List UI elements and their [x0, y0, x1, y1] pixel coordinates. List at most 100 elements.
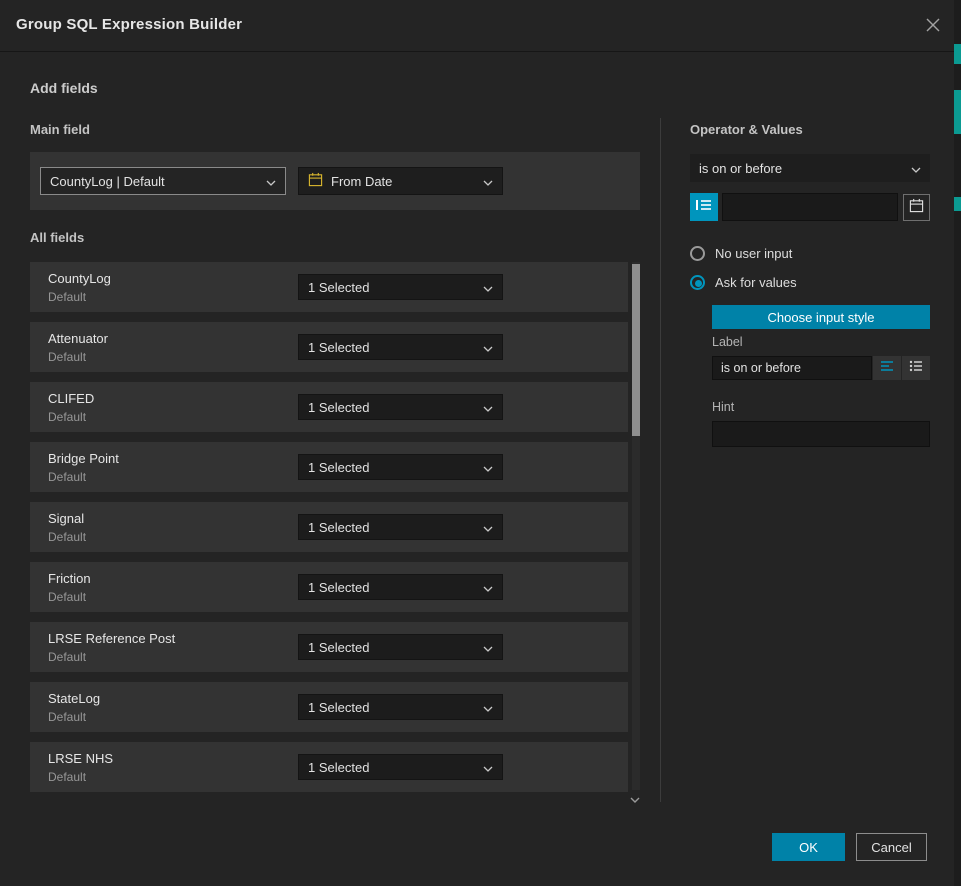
align-left-icon [880, 359, 894, 377]
operator-value: is on or before [699, 161, 782, 176]
chevron-down-icon [483, 760, 493, 775]
all-fields-heading: All fields [30, 230, 84, 245]
field-subtitle: Default [48, 410, 86, 424]
field-row-lrse-reference-post: LRSE Reference Post Default 1 Selected [30, 622, 628, 672]
field-selection-dropdown[interactable]: 1 Selected [298, 754, 503, 780]
field-subtitle: Default [48, 710, 86, 724]
field-selection-dropdown[interactable]: 1 Selected [298, 394, 503, 420]
field-name: CLIFED [48, 391, 94, 406]
close-button[interactable] [921, 15, 945, 39]
field-row-clifed: CLIFED Default 1 Selected [30, 382, 628, 432]
chevron-down-icon [483, 340, 493, 355]
scroll-down-icon[interactable] [629, 791, 641, 809]
field-row-friction: Friction Default 1 Selected [30, 562, 628, 612]
radio-no-user-input[interactable]: No user input [690, 246, 792, 261]
selection-value: 1 Selected [308, 340, 369, 355]
choose-input-style-button[interactable]: Choose input style [712, 305, 930, 329]
field-name: Friction [48, 571, 91, 586]
field-selection-dropdown[interactable]: 1 Selected [298, 274, 503, 300]
close-icon [925, 17, 941, 38]
scrollbar-marker [954, 90, 961, 134]
chevron-down-icon [483, 640, 493, 655]
chevron-down-icon [483, 700, 493, 715]
field-name: CountyLog [48, 271, 111, 286]
add-fields-heading: Add fields [30, 80, 98, 96]
field-name: StateLog [48, 691, 100, 706]
list-scrollbar-thumb[interactable] [632, 264, 640, 436]
field-selection-dropdown[interactable]: 1 Selected [298, 694, 503, 720]
field-subtitle: Default [48, 590, 86, 604]
field-subtitle: Default [48, 650, 86, 664]
single-line-input-style-button[interactable] [873, 356, 901, 380]
list-input-style-button[interactable] [902, 356, 930, 380]
list-lines-icon [696, 198, 712, 217]
label-input[interactable] [712, 356, 872, 380]
chevron-down-icon [483, 400, 493, 415]
hint-input[interactable] [712, 421, 930, 447]
chevron-down-icon [483, 280, 493, 295]
main-field-heading: Main field [30, 122, 90, 137]
chevron-down-icon [483, 174, 493, 189]
selection-value: 1 Selected [308, 280, 369, 295]
date-picker-button[interactable] [903, 194, 930, 221]
field-row-signal: Signal Default 1 Selected [30, 502, 628, 552]
operator-dropdown[interactable]: is on or before [690, 154, 930, 182]
radio-ask-for-values[interactable]: Ask for values [690, 275, 797, 290]
field-row-lrse-nhs: LRSE NHS Default 1 Selected [30, 742, 628, 792]
scrollbar-marker [954, 44, 961, 64]
radio-off-icon [690, 246, 705, 261]
calendar-icon [909, 198, 924, 218]
field-selection-dropdown[interactable]: 1 Selected [298, 574, 503, 600]
selection-value: 1 Selected [308, 400, 369, 415]
value-type-toggle-button[interactable] [690, 193, 718, 221]
window-scrollbar[interactable] [954, 0, 961, 886]
field-subtitle: Default [48, 350, 86, 364]
field-subtitle: Default [48, 530, 86, 544]
field-name: Signal [48, 511, 84, 526]
field-name: Attenuator [48, 331, 108, 346]
scrollbar-marker [954, 197, 961, 211]
field-row-bridge-point: Bridge Point Default 1 Selected [30, 442, 628, 492]
field-selection-dropdown[interactable]: 1 Selected [298, 514, 503, 540]
calendar-icon [308, 172, 323, 190]
field-name: LRSE Reference Post [48, 631, 175, 646]
chevron-down-icon [266, 174, 276, 189]
layer-select-dropdown[interactable]: CountyLog | Default [40, 167, 286, 195]
main-field-panel: CountyLog | Default From Date [30, 152, 640, 210]
selection-value: 1 Selected [308, 760, 369, 775]
operator-values-heading: Operator & Values [690, 122, 803, 137]
panel-divider [660, 118, 661, 802]
field-subtitle: Default [48, 470, 86, 484]
field-name: LRSE NHS [48, 751, 113, 766]
field-selection-dropdown[interactable]: 1 Selected [298, 634, 503, 660]
cancel-button[interactable]: Cancel [856, 833, 927, 861]
chevron-down-icon [911, 161, 921, 176]
value-input[interactable] [722, 193, 898, 221]
ok-button[interactable]: OK [772, 833, 845, 861]
date-field-dropdown[interactable]: From Date [298, 167, 503, 195]
selection-value: 1 Selected [308, 460, 369, 475]
selection-value: 1 Selected [308, 640, 369, 655]
field-row-statelog: StateLog Default 1 Selected [30, 682, 628, 732]
label-caption: Label [712, 335, 743, 349]
title-bar: Group SQL Expression Builder [0, 0, 961, 52]
radio-label: No user input [715, 246, 792, 261]
field-subtitle: Default [48, 290, 86, 304]
all-fields-list: CountyLog Default 1 Selected Attenuator … [30, 262, 628, 792]
chevron-down-icon [483, 460, 493, 475]
list-scrollbar[interactable] [632, 262, 640, 790]
radio-label: Ask for values [715, 275, 797, 290]
field-selection-dropdown[interactable]: 1 Selected [298, 454, 503, 480]
field-row-countylog: CountyLog Default 1 Selected [30, 262, 628, 312]
radio-on-icon [690, 275, 705, 290]
field-row-attenuator: Attenuator Default 1 Selected [30, 322, 628, 372]
selection-value: 1 Selected [308, 580, 369, 595]
layer-select-value: CountyLog | Default [50, 174, 165, 189]
chevron-down-icon [483, 580, 493, 595]
field-selection-dropdown[interactable]: 1 Selected [298, 334, 503, 360]
dialog-title: Group SQL Expression Builder [16, 16, 242, 33]
selection-value: 1 Selected [308, 700, 369, 715]
bulleted-list-icon [909, 359, 923, 377]
field-subtitle: Default [48, 770, 86, 784]
date-field-value: From Date [331, 174, 392, 189]
